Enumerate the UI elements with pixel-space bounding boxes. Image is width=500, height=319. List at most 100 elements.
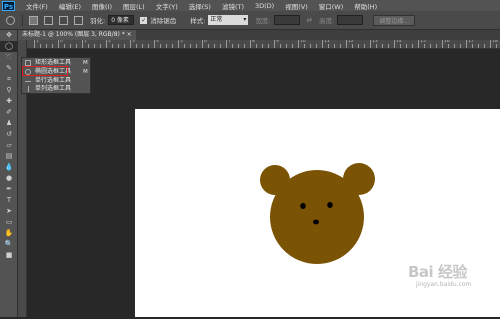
stamp-icon[interactable]: ♟: [0, 118, 18, 129]
bear-left-eye: [300, 203, 306, 209]
ruler-tick: [490, 40, 491, 48]
move-icon[interactable]: ✥: [0, 30, 18, 41]
photoshop-logo: Ps: [2, 0, 15, 11]
ruler-minor-tick: [400, 44, 401, 48]
style-select[interactable]: 正常: [208, 15, 249, 25]
add-to-selection-icon[interactable]: [44, 15, 53, 25]
ruler-label: 5: [180, 40, 183, 44]
healing-icon[interactable]: ✚: [0, 96, 18, 107]
ruler-label: 1: [36, 40, 39, 44]
ruler-minor-tick: [124, 44, 125, 48]
ruler-minor-tick: [196, 44, 197, 48]
ruler-minor-tick: [352, 44, 353, 48]
ruler-minor-tick: [238, 44, 239, 48]
menu-select[interactable]: 选择(S): [189, 1, 211, 11]
menu-file[interactable]: 文件(F): [26, 1, 48, 11]
shape-icon[interactable]: ▭: [0, 217, 18, 228]
ruler-minor-tick: [334, 44, 335, 48]
ruler-tick: [274, 40, 275, 48]
ruler-minor-tick: [184, 44, 185, 48]
height-input[interactable]: [337, 15, 364, 25]
menu-view[interactable]: 视图(V): [285, 1, 308, 11]
marquee-icon[interactable]: ◯: [0, 41, 18, 52]
menu-window[interactable]: 窗口(W): [319, 1, 344, 11]
dodge-icon[interactable]: ●: [0, 173, 18, 184]
eyedropper-icon[interactable]: ⚲: [0, 85, 18, 96]
ruler-minor-tick: [148, 44, 149, 48]
antialias-label: 消除锯齿: [150, 17, 177, 25]
ruler-label: 2: [108, 40, 111, 44]
ruler-minor-tick: [472, 44, 473, 48]
ruler-minor-tick: [280, 44, 281, 48]
shortcut-key: M: [83, 60, 88, 66]
antialias-checkbox[interactable]: ✓: [140, 16, 148, 24]
horizontal-ruler[interactable]: 1 0 1 2 3 4 5 6 7 8 9 10 11 12 13 14 15 16 17 18: [26, 40, 500, 49]
ruler-tick: [418, 40, 419, 48]
watermark-brand: Bai 经验: [408, 263, 467, 281]
menu-help[interactable]: 帮助(H): [354, 1, 377, 11]
subtract-from-selection-icon[interactable]: [59, 15, 68, 25]
ruler-minor-tick: [142, 44, 143, 48]
blur-icon[interactable]: 💧: [0, 162, 18, 173]
ruler-minor-tick: [46, 44, 47, 48]
document-tab-bar: 未标题-1 @ 100% (图层 3, RGB/8) * ×: [18, 30, 500, 40]
color-swatch-icon[interactable]: ■: [0, 250, 18, 261]
ruler-minor-tick: [304, 44, 305, 48]
eraser-icon[interactable]: ▱: [0, 140, 18, 151]
intersect-selection-icon[interactable]: [74, 15, 83, 25]
ruler-minor-tick: [244, 44, 245, 48]
lasso-icon[interactable]: ➰: [0, 52, 18, 63]
gradient-icon[interactable]: ▤: [0, 151, 18, 162]
ruler-minor-tick: [262, 44, 263, 48]
menu-layer[interactable]: 图层(L): [123, 1, 145, 11]
hand-icon[interactable]: ✋: [0, 228, 18, 239]
flyout-label: 单列选框工具: [35, 85, 72, 92]
ruler-minor-tick: [316, 44, 317, 48]
flyout-item-single-column[interactable]: 单列选框工具: [22, 85, 90, 93]
ruler-label: 3: [132, 40, 135, 44]
menu-type[interactable]: 文字(Y): [156, 1, 178, 11]
ruler-minor-tick: [376, 44, 377, 48]
new-selection-icon[interactable]: [29, 15, 38, 25]
menu-3d[interactable]: 3D(D): [255, 2, 274, 10]
ruler-label: 4: [156, 40, 159, 44]
ruler-minor-tick: [88, 44, 89, 48]
watermark-url: jingyan.baidu.com: [416, 281, 472, 288]
shortcut-key: M: [83, 69, 88, 75]
pen-icon[interactable]: ✒: [0, 184, 18, 195]
menu-filter[interactable]: 滤镜(T): [222, 1, 244, 11]
ruler-tick: [58, 40, 59, 48]
history-brush-icon[interactable]: ↺: [0, 129, 18, 140]
feather-input[interactable]: 0 像素: [108, 15, 135, 25]
ruler-minor-tick: [100, 44, 101, 48]
zoom-icon[interactable]: 🔍: [0, 239, 18, 250]
width-input[interactable]: [273, 15, 300, 25]
ruler-minor-tick: [454, 44, 455, 48]
options-bar: 羽化: 0 像素 ✓ 消除锯齿 样式: 正常 宽度: ⇄ 高度: 调整边缘...: [0, 11, 500, 30]
ruler-minor-tick: [382, 44, 383, 48]
ruler-minor-tick: [430, 44, 431, 48]
ruler-minor-tick: [52, 44, 53, 48]
refine-edge-button[interactable]: 调整边缘...: [373, 14, 416, 26]
ruler-minor-tick: [112, 44, 113, 48]
crop-icon[interactable]: ⌗: [0, 74, 18, 85]
ruler-tick: [442, 40, 443, 48]
ruler-tick: [82, 40, 83, 48]
brush-icon[interactable]: ✐: [0, 107, 18, 118]
menu-edit[interactable]: 编辑(E): [59, 1, 81, 11]
type-icon[interactable]: T: [0, 195, 18, 206]
ellipse-tool-preset-icon[interactable]: [6, 15, 15, 25]
ruler-minor-tick: [70, 44, 71, 48]
ruler-minor-tick: [412, 44, 413, 48]
quick-select-icon[interactable]: ✎: [0, 63, 18, 74]
single-column-marquee-icon: [28, 86, 29, 92]
bear-right-eye: [327, 202, 333, 208]
ruler-minor-tick: [484, 44, 485, 48]
divider: [22, 14, 23, 26]
document-tab[interactable]: 未标题-1 @ 100% (图层 3, RGB/8) * ×: [18, 30, 136, 40]
path-select-icon[interactable]: ➤: [0, 206, 18, 217]
flyout-item-single-row[interactable]: 单行选框工具: [22, 77, 90, 85]
swap-icon[interactable]: ⇄: [307, 16, 312, 24]
menu-image[interactable]: 图像(I): [92, 1, 112, 11]
toolbox: ✥ ◯ ➰ ✎ ⌗ ⚲ ✚ ✐ ♟ ↺ ▱ ▤ 💧 ● ✒ T ➤ ▭ ✋ 🔍 …: [0, 30, 18, 317]
